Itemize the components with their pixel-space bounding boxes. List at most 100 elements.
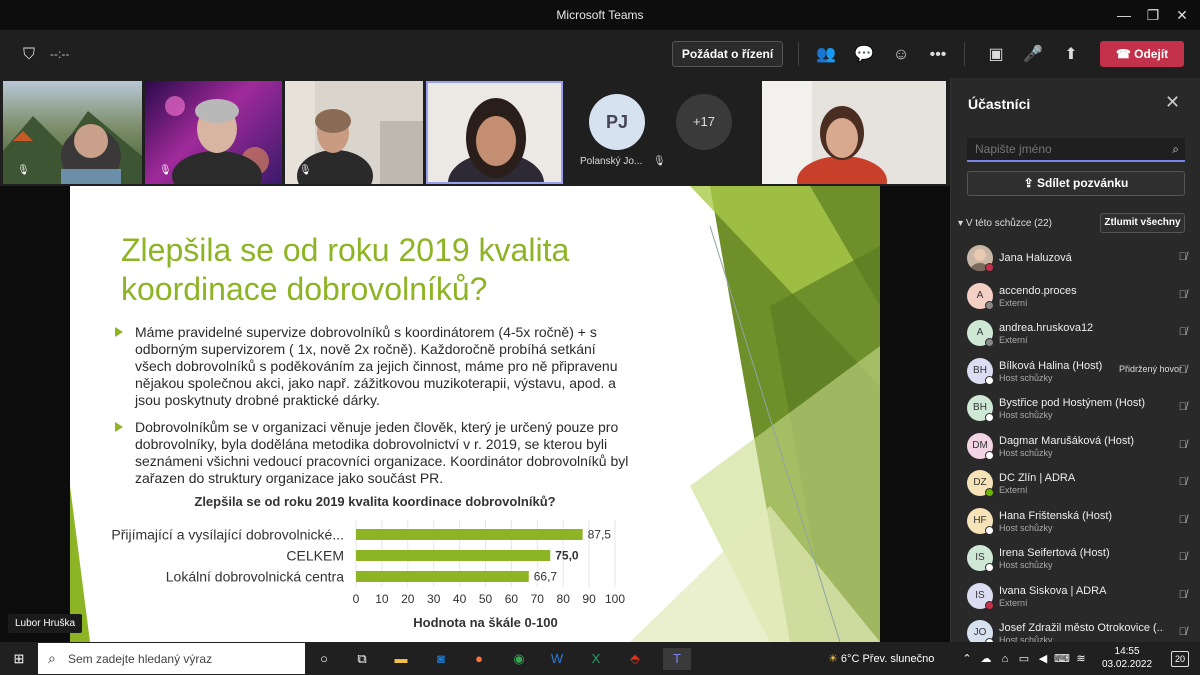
firefox-icon[interactable]: ●	[468, 648, 490, 670]
data-label: 66,7	[534, 570, 558, 584]
shared-content: Zlepšila se od roku 2019 kvalita koordin…	[0, 186, 950, 642]
share-invite-button[interactable]: ⇪ Sdílet pozvánku	[967, 171, 1185, 196]
notification-center-icon[interactable]: 20	[1171, 651, 1189, 667]
teams-icon[interactable]: T	[663, 648, 691, 670]
wifi-icon[interactable]: ≋	[1070, 648, 1092, 670]
mic-muted-icon[interactable]: 🎙̸	[1179, 251, 1187, 263]
participant-name: Jana Haluzová	[999, 252, 1072, 264]
x-tick-label: 100	[605, 592, 625, 606]
bar	[356, 550, 551, 561]
system-clock[interactable]: 14:55 03.02.2022	[1102, 645, 1152, 671]
mute-all-button[interactable]: Ztlumit všechny	[1100, 213, 1185, 233]
mic-muted-icon: 🎙	[653, 156, 666, 167]
camera-icon[interactable]: ▣	[985, 44, 1007, 66]
x-tick-label: 0	[353, 592, 360, 606]
participant-row[interactable]: JO Josef Zdražil město Otrokovice (... Hos…	[951, 614, 1200, 642]
data-label: 75,0	[555, 549, 579, 563]
acrobat-icon[interactable]: ⬘	[624, 648, 646, 670]
participant-row[interactable]: DM Dagmar Marušáková (Host) Host schůzky 🎙̸	[951, 427, 1200, 465]
mic-muted-icon[interactable]: 🎙̸	[1179, 476, 1187, 488]
meeting-timer: --:--	[50, 47, 70, 61]
mic-muted-icon[interactable]: 🎙̸	[1179, 364, 1187, 376]
video-tile[interactable]: 🎙	[285, 81, 423, 184]
participant-name: andrea.hruskova12	[999, 322, 1094, 334]
chat-icon[interactable]: 💬	[853, 44, 875, 66]
slide-title: Zlepšila se od roku 2019 kvalita koordin…	[121, 232, 570, 307]
task-view-icon[interactable]: ⧉	[351, 648, 373, 670]
participant-row[interactable]: IS Irena Seifertová (Host) Host schůzky 🎙̸	[951, 539, 1200, 577]
category-label: CELKEM	[286, 548, 344, 564]
x-tick-label: 30	[427, 592, 441, 606]
chrome-icon[interactable]: ◉	[508, 648, 530, 670]
mic-muted-icon[interactable]: 🎙̸	[1179, 326, 1187, 338]
excel-icon[interactable]: X	[585, 648, 607, 670]
reactions-icon[interactable]: ☺	[890, 44, 912, 66]
participant-row[interactable]: BH Bystřice pod Hostýnem (Host) Host schůz…	[951, 389, 1200, 427]
bullet-text: Dobrovolníkům se v organizaci věnuje jed…	[135, 419, 629, 486]
sun-cloud-icon: ☀	[828, 653, 841, 665]
mic-muted-icon[interactable]: 🎙̸	[1179, 439, 1187, 451]
mic-muted-icon[interactable]: 🎙̸	[1179, 514, 1187, 526]
share-icon[interactable]: ⬆	[1060, 44, 1082, 66]
participant-role: Host schůzky	[999, 372, 1053, 383]
title-bar: Microsoft Teams — ❐ ✕	[0, 0, 1200, 30]
participant-name: Hana Frištenská (Host)	[999, 509, 1113, 522]
participant-row[interactable]: BH Bílková Halina (Host) Host schůzky Přidr…	[951, 352, 1200, 390]
participant-name: accendo.proces	[999, 284, 1077, 297]
restore-button[interactable]: ❐	[1143, 5, 1163, 25]
close-window-button[interactable]: ✕	[1172, 5, 1192, 25]
microphone-icon[interactable]: 🎤	[1022, 44, 1044, 66]
participant-role: Host schůzky	[999, 635, 1053, 642]
bullet-item: Dobrovolníkům se v organizaci věnuje jed…	[115, 419, 635, 487]
file-explorer-icon[interactable]: ▬	[390, 648, 412, 670]
participant-row[interactable]: HF Hana Frištenská (Host) Host schůzky 🎙̸	[951, 502, 1200, 540]
divider	[798, 42, 799, 66]
search-icon[interactable]: ⌕	[1172, 142, 1179, 157]
search-input[interactable]	[967, 138, 1157, 160]
taskbar-search[interactable]: ⌕ Sem zadejte hledaný výraz	[38, 643, 305, 674]
video-tile[interactable]: 🎙	[3, 81, 142, 184]
category-label: Přijímající a vysílající dobrovolnické..…	[111, 527, 344, 543]
video-tile[interactable]	[762, 81, 946, 184]
more-participants-button[interactable]: +17	[676, 94, 732, 150]
request-control-button[interactable]: Požádat o řízení	[672, 41, 783, 67]
windows-start-icon[interactable]: ⊞	[8, 648, 30, 670]
x-tick-label: 90	[582, 592, 596, 606]
phone-icon: ☎	[1115, 47, 1131, 61]
close-icon[interactable]: ✕	[1165, 92, 1180, 113]
word-icon[interactable]: W	[546, 648, 568, 670]
participants-icon[interactable]: 👥	[815, 44, 837, 66]
participant-name: Josef Zdražil město Otrokovice (...	[999, 622, 1164, 634]
section-header[interactable]: ▾ V této schůzce (22)	[958, 218, 1052, 229]
video-tile-active-speaker[interactable]	[426, 81, 563, 184]
participant-row[interactable]: Jana Haluzová 🎙̸	[951, 239, 1200, 277]
minimize-button[interactable]: —	[1114, 5, 1134, 25]
mic-muted-icon[interactable]: 🎙̸	[1179, 589, 1187, 601]
search-icon: ⌕	[48, 650, 56, 666]
teams-window: Microsoft Teams — ❐ ✕ ⛉ --:-- Požádat o …	[0, 0, 1200, 675]
mic-muted-icon[interactable]: 🎙̸	[1179, 289, 1187, 301]
mic-muted-icon[interactable]: 🎙̸	[1179, 626, 1187, 638]
x-tick-label: 20	[401, 592, 415, 606]
outlook-icon[interactable]: ◙	[430, 648, 452, 670]
participant-row[interactable]: DZ DC Zlín | ADRA Externí 🎙̸	[951, 464, 1200, 502]
participant-role: Externí	[999, 335, 1028, 345]
participant-role: Host schůzky	[999, 522, 1053, 533]
presence-status-icon	[985, 563, 994, 572]
shield-icon[interactable]: ⛉	[18, 44, 40, 66]
participant-row[interactable]: IS Ivana Siskova | ADRA Externí 🎙̸	[951, 577, 1200, 615]
bullet-text: Máme pravidelné supervize dobrovolníků s…	[135, 324, 618, 408]
avatar[interactable]: PJ	[589, 94, 645, 150]
x-tick-label: 70	[531, 592, 545, 606]
presence-status-icon	[985, 263, 994, 272]
weather-widget[interactable]: ☀ 6°C Přev. slunečno	[828, 652, 934, 665]
weather-text: 6°C Přev. slunečno	[840, 653, 935, 665]
video-tile[interactable]: 🎙	[145, 81, 282, 184]
mic-muted-icon[interactable]: 🎙̸	[1179, 551, 1187, 563]
more-options-icon[interactable]: •••	[927, 44, 949, 66]
mic-muted-icon[interactable]: 🎙̸	[1179, 401, 1187, 413]
cortana-icon[interactable]: ○	[313, 648, 335, 670]
participant-row[interactable]: Aandrea.hruskova12 Externí 🎙̸	[951, 314, 1200, 352]
participant-row[interactable]: Aaccendo.proces Externí 🎙̸	[951, 277, 1200, 315]
leave-button[interactable]: ☎ Odejít	[1100, 41, 1184, 67]
